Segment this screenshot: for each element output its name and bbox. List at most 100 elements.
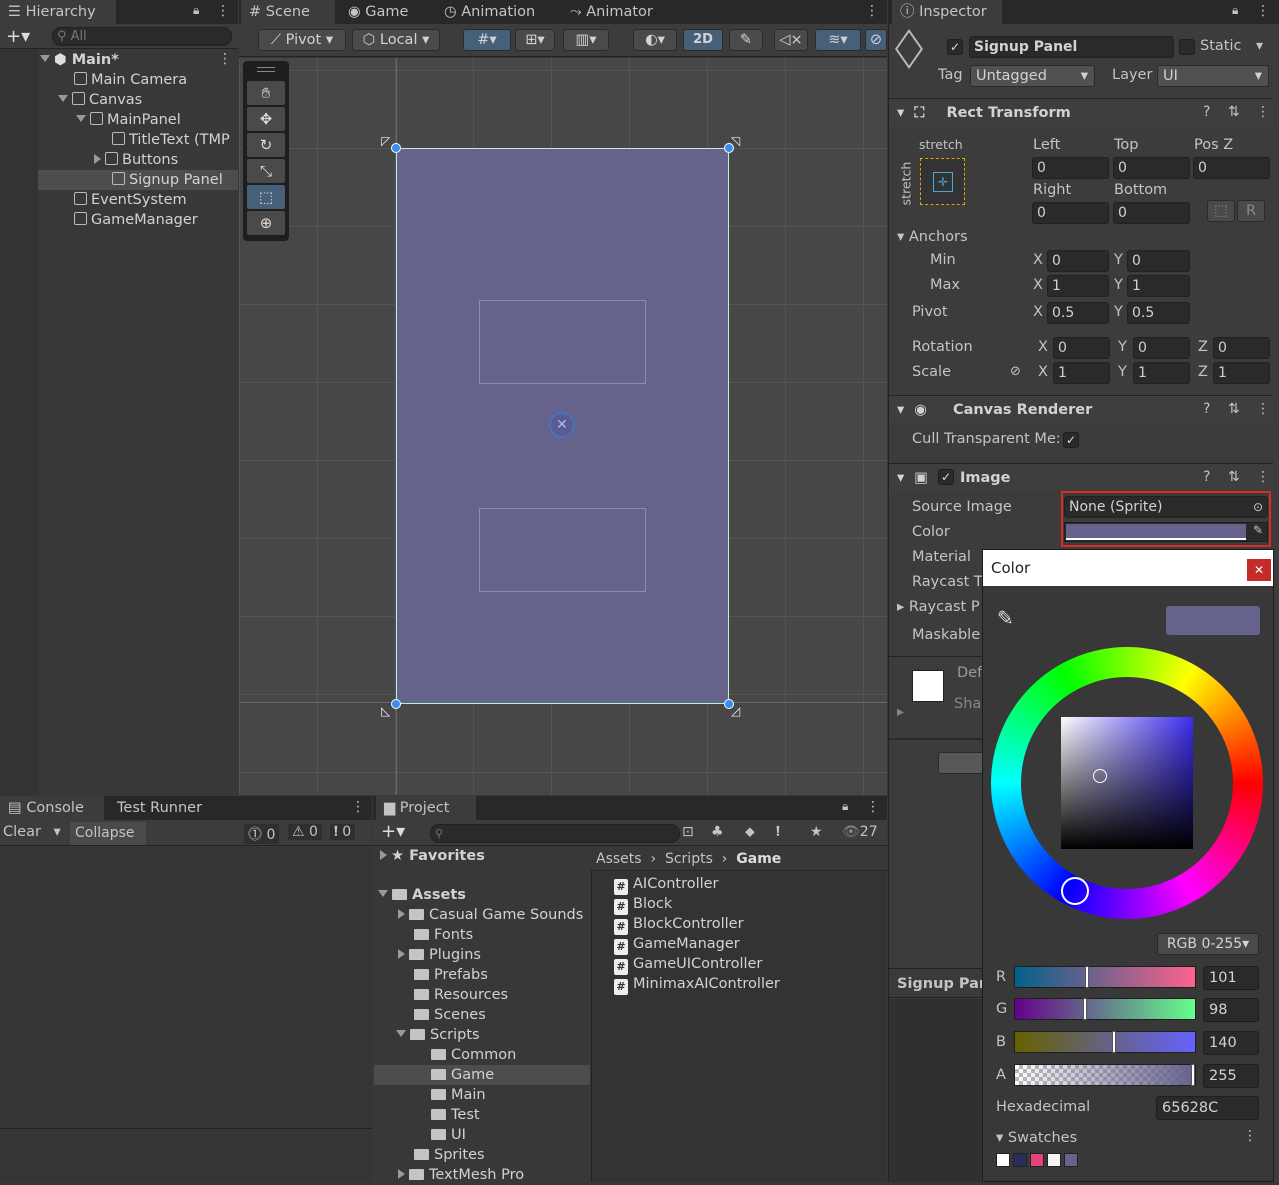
corner-handle-bottom-left[interactable] bbox=[391, 699, 401, 709]
anchor-max-y-field[interactable]: 1 bbox=[1127, 275, 1190, 297]
tab-test-runner[interactable]: Test Runner bbox=[109, 796, 210, 820]
hidden-packages-count[interactable]: 👁︎27 bbox=[842, 824, 878, 840]
help-icon[interactable]: ? bbox=[1203, 469, 1210, 485]
menu-dots-icon[interactable]: ⋮ bbox=[1256, 3, 1270, 19]
anchor-presets-button[interactable]: ✛ bbox=[920, 158, 965, 205]
help-icon[interactable]: ? bbox=[1203, 401, 1210, 417]
static-checkbox[interactable] bbox=[1179, 39, 1195, 55]
scale-tool-button[interactable]: ⤡ bbox=[247, 159, 285, 183]
favorites-item[interactable]: ★ Favorites bbox=[380, 846, 485, 866]
pivot-x-field[interactable]: 0.5 bbox=[1047, 302, 1109, 324]
anchor-marker-icon[interactable]: ◸ bbox=[381, 134, 390, 148]
filter-label-icon[interactable]: ⬥ bbox=[745, 824, 755, 840]
preset-icon[interactable]: ⇅ bbox=[1228, 469, 1240, 485]
color-field[interactable]: ✎ bbox=[1064, 522, 1268, 542]
tab-animation[interactable]: ◷ Animation bbox=[436, 0, 543, 24]
b-value-field[interactable]: 140 bbox=[1203, 1031, 1259, 1055]
menu-dots-icon[interactable]: ⋮ bbox=[866, 799, 880, 815]
tab-console[interactable]: ▤ Console bbox=[0, 796, 104, 820]
b-slider[interactable] bbox=[1014, 1031, 1196, 1053]
anchor-min-x-field[interactable]: 0 bbox=[1047, 250, 1109, 272]
lighting-button[interactable]: ✎ bbox=[729, 29, 763, 51]
project-tree-item[interactable]: Common bbox=[431, 1045, 516, 1065]
clear-button[interactable]: Clear ▾ bbox=[3, 824, 61, 840]
file-item[interactable]: # Block bbox=[614, 894, 672, 915]
anchor-marker-icon[interactable]: ◺ bbox=[381, 704, 390, 718]
mode-2d-button[interactable]: 2D bbox=[683, 29, 723, 51]
project-tree-item[interactable]: Prefabs bbox=[414, 965, 488, 985]
g-value-field[interactable]: 98 bbox=[1203, 998, 1259, 1022]
expand-arrow-icon[interactable] bbox=[40, 55, 50, 62]
rotation-x-field[interactable]: 0 bbox=[1053, 337, 1110, 359]
rect-transform-header[interactable]: ▾ ⛶ Rect Transform bbox=[889, 98, 1273, 126]
scene-menu-icon[interactable]: ⋮ bbox=[218, 51, 232, 67]
draw-mode-button[interactable]: ◐▾ bbox=[633, 29, 677, 51]
anchor-marker-icon[interactable]: ◿ bbox=[731, 704, 740, 718]
project-tree-item[interactable]: Sprites bbox=[414, 1145, 485, 1165]
file-item[interactable]: # BlockController bbox=[614, 914, 744, 935]
color-swatch[interactable] bbox=[1030, 1153, 1044, 1167]
tab-hierarchy[interactable]: ☰ Hierarchy bbox=[0, 0, 116, 24]
menu-dots-icon[interactable]: ⋮ bbox=[216, 3, 230, 19]
scene-visibility-button[interactable]: ⊘ bbox=[865, 29, 887, 51]
fold-arrow-icon[interactable]: ▾ bbox=[897, 402, 904, 418]
color-swatch[interactable] bbox=[1064, 1153, 1078, 1167]
collapse-button[interactable]: Collapse bbox=[70, 822, 146, 845]
breadcrumb-item[interactable]: Scripts bbox=[665, 851, 713, 867]
filter-type-icon[interactable]: ♣ bbox=[711, 824, 724, 840]
fold-arrow-icon[interactable]: ▾ bbox=[897, 105, 904, 121]
left-field[interactable]: 0 bbox=[1032, 157, 1109, 179]
project-tree-item[interactable]: Fonts bbox=[414, 925, 473, 945]
r-slider-knob[interactable] bbox=[1085, 966, 1089, 988]
grid-snap-button[interactable]: #▾ bbox=[463, 29, 511, 51]
local-dropdown[interactable]: ⬡ Local ▾ bbox=[352, 29, 440, 51]
object-name-field[interactable]: Signup Panel bbox=[969, 36, 1174, 58]
fold-arrow-icon[interactable]: ▸ bbox=[897, 704, 904, 720]
tab-inspector[interactable]: ⓘ Inspector bbox=[892, 0, 1002, 24]
hue-cursor[interactable] bbox=[1061, 877, 1089, 905]
file-item[interactable]: # GameManager bbox=[614, 934, 740, 955]
collapse-arrow-icon[interactable] bbox=[398, 1169, 405, 1179]
file-item[interactable]: # GameUIController bbox=[614, 954, 762, 975]
tag-dropdown[interactable]: Untagged ▾ bbox=[970, 65, 1095, 87]
preset-icon[interactable]: ⇅ bbox=[1228, 401, 1240, 417]
menu-dots-icon[interactable]: ⋮ bbox=[1243, 1128, 1257, 1144]
pivot-dropdown[interactable]: ⟋ Pivot ▾ bbox=[258, 29, 346, 51]
a-slider-knob[interactable] bbox=[1191, 1064, 1195, 1086]
menu-dots-icon[interactable]: ⋮ bbox=[1256, 469, 1270, 485]
anchor-min-y-field[interactable]: 0 bbox=[1127, 250, 1190, 272]
pivot-handle-icon[interactable]: ✕ bbox=[549, 412, 575, 438]
object-picker-icon[interactable]: ⊙ bbox=[1253, 497, 1263, 517]
menu-dots-icon[interactable]: ⋮ bbox=[1256, 104, 1270, 120]
lock-icon[interactable]: 🔒︎ bbox=[1232, 3, 1238, 18]
menu-dots-icon[interactable]: ⋮ bbox=[865, 3, 879, 19]
r-slider[interactable] bbox=[1014, 966, 1196, 988]
active-checkbox[interactable]: ✓ bbox=[947, 39, 963, 55]
g-slider-knob[interactable] bbox=[1083, 998, 1087, 1020]
project-tree-item[interactable]: Resources bbox=[414, 985, 508, 1005]
message-count-toggle[interactable]: ❗︎ 0 bbox=[330, 824, 356, 840]
project-tree-item[interactable]: Scripts bbox=[396, 1025, 480, 1045]
rect-tool-button[interactable]: ⬚ bbox=[247, 185, 285, 209]
rotation-y-field[interactable]: 0 bbox=[1133, 337, 1190, 359]
dropdown-arrow-icon[interactable]: ▾ bbox=[54, 824, 61, 840]
bottom-field[interactable]: 0 bbox=[1113, 202, 1190, 224]
color-swatch[interactable] bbox=[1013, 1153, 1027, 1167]
collapse-arrow-icon[interactable] bbox=[398, 949, 405, 959]
project-tree-item-selected[interactable]: Game bbox=[374, 1065, 590, 1085]
project-tree-item[interactable]: Scenes bbox=[414, 1005, 486, 1025]
project-tree-item[interactable]: Casual Game Sounds bbox=[398, 905, 583, 925]
rotate-tool-button[interactable]: ↻ bbox=[247, 133, 285, 157]
source-image-field[interactable]: None (Sprite) ⊙ bbox=[1064, 496, 1268, 518]
cull-transparent-checkbox[interactable]: ✓ bbox=[1063, 432, 1079, 448]
swatches-foldout[interactable]: ▾ Swatches bbox=[996, 1130, 1077, 1146]
breadcrumb-item[interactable]: Game bbox=[736, 851, 781, 867]
console-detail-divider[interactable] bbox=[0, 1128, 372, 1129]
sv-cursor[interactable] bbox=[1093, 769, 1107, 783]
g-slider[interactable] bbox=[1014, 998, 1196, 1020]
chevron-down-icon[interactable]: ▾ bbox=[1256, 38, 1263, 54]
favorite-star-icon[interactable]: ★ bbox=[810, 824, 823, 840]
transform-tool-button[interactable]: ⊕ bbox=[247, 211, 285, 235]
b-slider-knob[interactable] bbox=[1112, 1031, 1116, 1053]
constrain-proportions-icon[interactable]: ⊘ bbox=[1010, 364, 1021, 379]
